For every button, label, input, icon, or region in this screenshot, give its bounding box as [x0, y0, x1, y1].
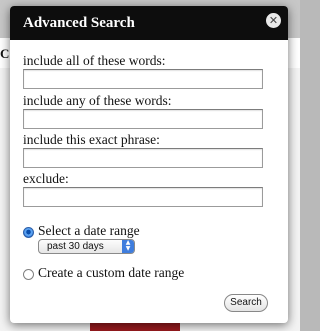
date-range-select[interactable]: past 30 days ▲ ▼: [38, 239, 135, 254]
popup-title: Advanced Search: [23, 15, 135, 31]
background-partial-text: C: [0, 46, 10, 61]
custom-date-label: Create a custom date range: [38, 265, 185, 280]
any-words-input[interactable]: [23, 109, 263, 129]
exclude-input[interactable]: [23, 187, 263, 207]
date-range-select-value: past 30 days: [47, 241, 104, 252]
date-range-radio[interactable]: [23, 227, 34, 238]
search-button[interactable]: Search: [224, 294, 268, 312]
all-words-label: include all of these words:: [23, 53, 166, 68]
advanced-search-popup: Advanced Search ✕ include all of these w…: [10, 6, 288, 323]
custom-date-radio[interactable]: [23, 269, 34, 280]
close-icon[interactable]: ✕: [266, 13, 281, 28]
date-range-label: Select a date range: [38, 223, 140, 238]
popup-titlebar: Advanced Search ✕: [10, 6, 288, 40]
exact-phrase-label: include this exact phrase:: [23, 132, 160, 147]
select-arrows-icon: ▲ ▼: [122, 240, 134, 253]
exclude-label: exclude:: [23, 171, 69, 186]
exact-phrase-input[interactable]: [23, 148, 263, 168]
all-words-input[interactable]: [23, 69, 263, 89]
any-words-label: include any of these words:: [23, 93, 172, 108]
background-red-bar: [90, 322, 180, 331]
